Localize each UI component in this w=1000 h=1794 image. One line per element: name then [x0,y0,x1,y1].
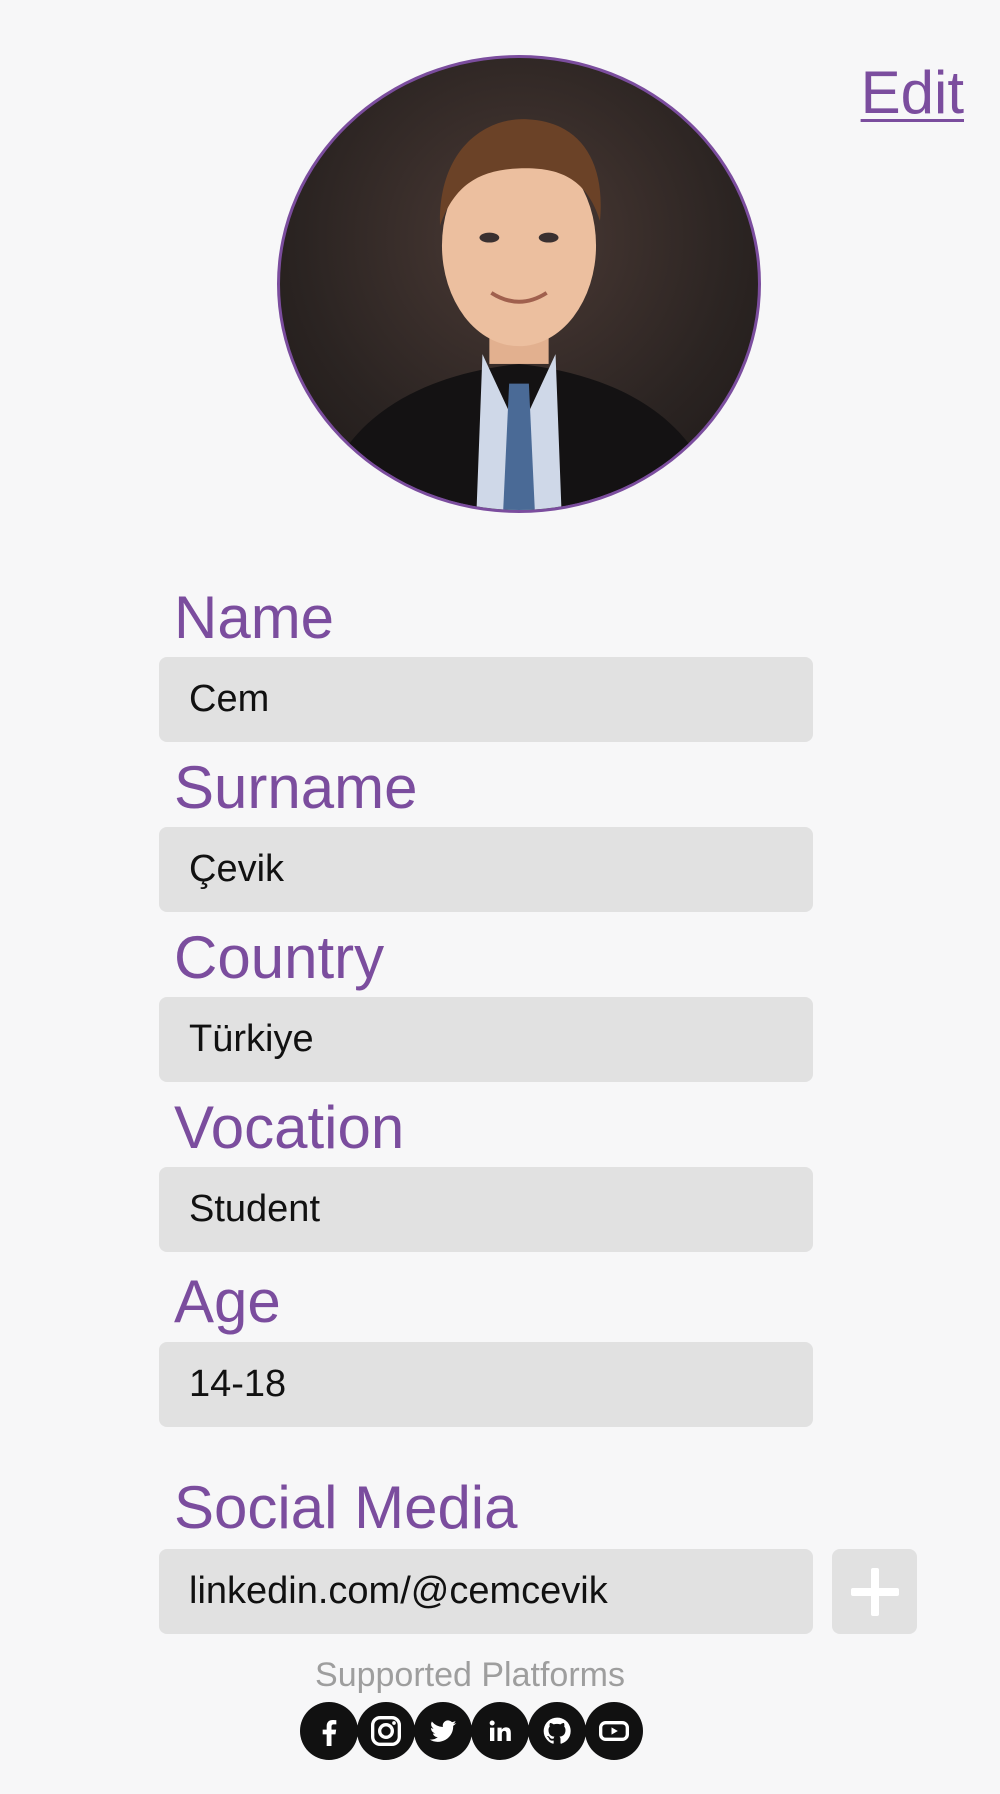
name-label: Name [174,584,335,651]
country-label: Country [174,924,385,991]
age-label: Age [174,1268,281,1335]
country-input[interactable] [189,1018,813,1061]
vocation-field[interactable] [159,1167,813,1252]
youtube-icon [585,1702,643,1760]
vocation-label: Vocation [174,1094,405,1161]
vocation-input[interactable] [189,1188,813,1231]
age-input[interactable] [189,1363,813,1406]
linkedin-icon [471,1702,529,1760]
avatar [277,55,761,513]
social-media-label: Social Media [174,1474,518,1541]
edit-link[interactable]: Edit [861,58,964,127]
name-field[interactable] [159,657,813,742]
plus-icon [850,1567,899,1616]
instagram-icon [357,1702,415,1760]
github-icon [528,1702,586,1760]
social-media-field[interactable] [159,1549,813,1634]
surname-input[interactable] [189,848,813,891]
platform-icons [300,1702,643,1760]
surname-field[interactable] [159,827,813,912]
name-input[interactable] [189,678,813,721]
surname-label: Surname [174,754,418,821]
facebook-icon [300,1702,358,1760]
supported-platforms-caption: Supported Platforms [315,1656,625,1694]
add-social-button[interactable] [832,1549,917,1634]
age-field[interactable] [159,1342,813,1427]
social-media-input[interactable] [189,1570,813,1613]
country-field[interactable] [159,997,813,1082]
twitter-icon [414,1702,472,1760]
